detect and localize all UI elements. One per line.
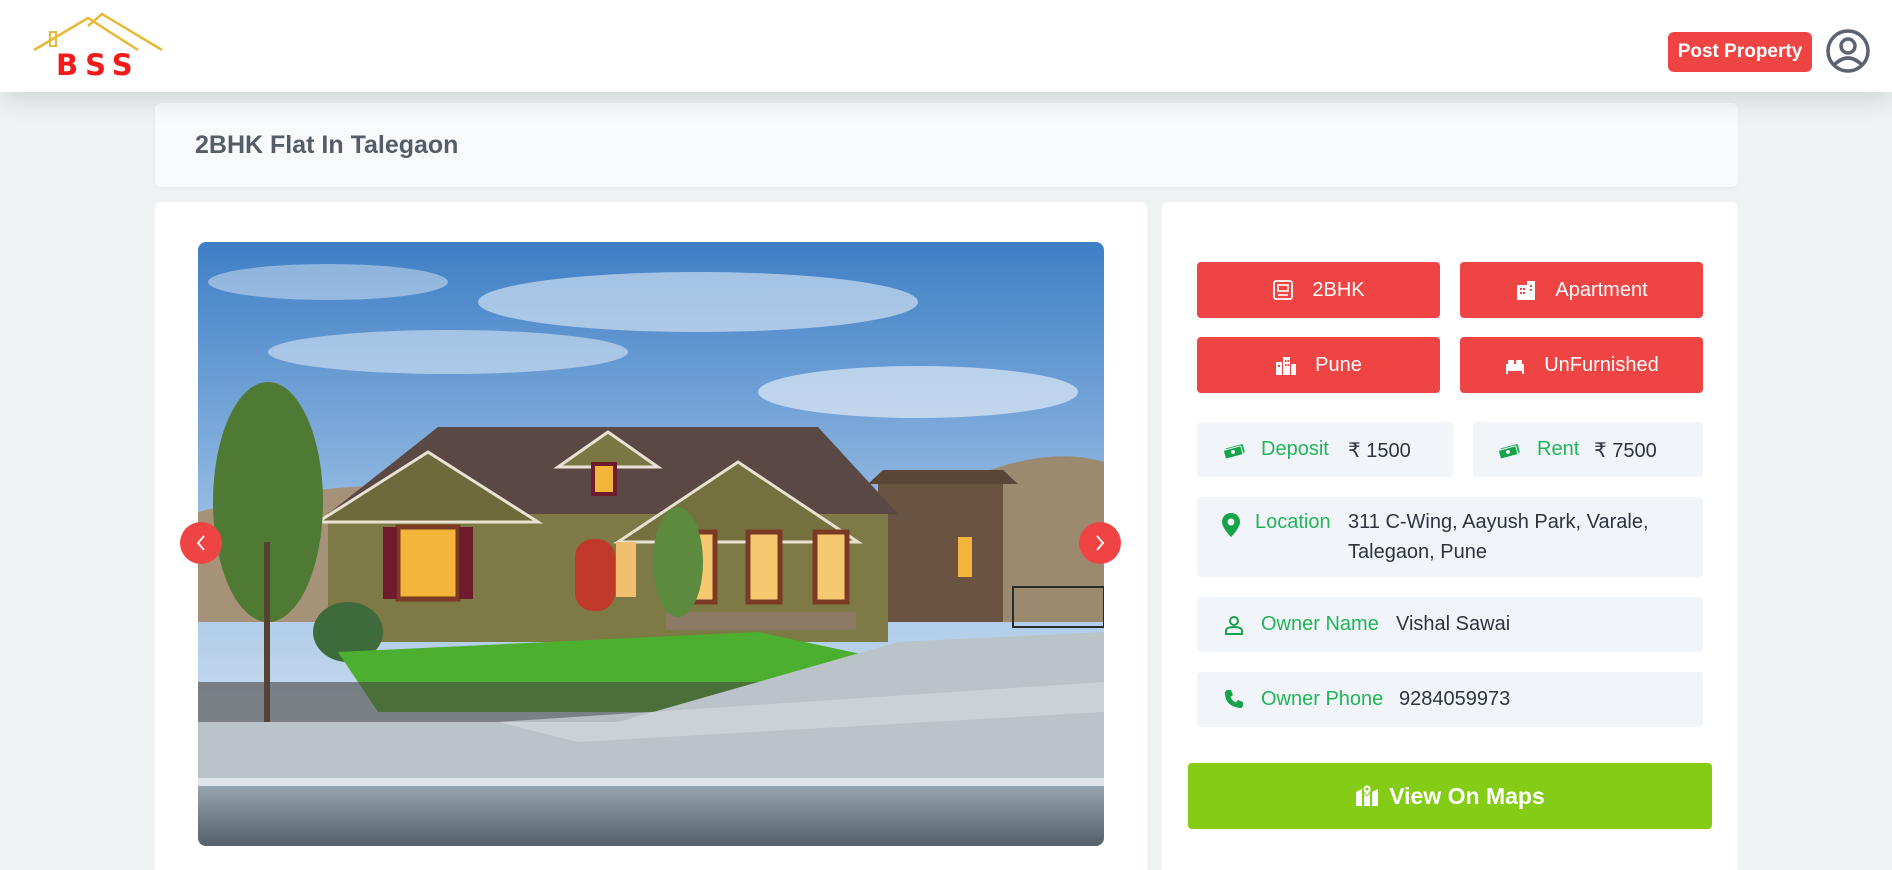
navbar: BSS Post Property — [0, 0, 1892, 92]
phone-icon — [1225, 690, 1243, 708]
tag-type: Apartment — [1460, 262, 1703, 318]
user-circle-icon[interactable] — [1825, 28, 1871, 74]
location-label: Location — [1255, 511, 1331, 533]
owner-phone-row: Owner Phone 9284059973 — [1197, 672, 1703, 727]
money-icon — [1223, 444, 1245, 459]
chevron-left-icon — [196, 535, 205, 551]
map-icon — [1356, 785, 1379, 806]
money-icon — [1498, 444, 1520, 459]
room-icon — [1273, 280, 1294, 300]
tag-label: 2BHK — [1312, 278, 1365, 301]
logo-text: BSS — [56, 48, 140, 82]
carousel-prev-button[interactable] — [180, 522, 222, 564]
deposit-label: Deposit — [1261, 438, 1329, 460]
view-on-maps-button[interactable]: View On Maps — [1188, 763, 1712, 829]
rent-label: Rent — [1537, 438, 1580, 460]
page-title: 2BHK Flat In Talegaon — [195, 131, 459, 159]
location-row: Location 311 C-Wing, Aayush Park, Varale… — [1197, 497, 1703, 577]
image-carousel[interactable] — [198, 242, 1104, 846]
post-property-button[interactable]: Post Property — [1668, 32, 1812, 72]
bed-icon — [1506, 360, 1525, 374]
map-pin-icon — [1222, 513, 1240, 537]
house-roof-icon — [33, 12, 163, 52]
tag-label: UnFurnished — [1544, 353, 1659, 376]
rent-row: Rent ₹ 7500 — [1473, 422, 1703, 477]
user-icon — [1225, 616, 1243, 635]
carousel-next-button[interactable] — [1079, 522, 1121, 564]
tag-furnishing: UnFurnished — [1460, 337, 1703, 393]
location-line1: 311 C-Wing, Aayush Park, Varale, — [1348, 511, 1649, 533]
logo[interactable]: BSS — [30, 12, 170, 82]
deposit-row: Deposit ₹ 1500 — [1197, 422, 1453, 477]
building-icon — [1517, 281, 1536, 300]
image-panel — [155, 202, 1147, 870]
owner-name-label: Owner Name — [1261, 613, 1379, 635]
tag-bhk: 2BHK — [1197, 262, 1440, 318]
deposit-value: ₹ 1500 — [1348, 440, 1411, 462]
tag-label: Pune — [1315, 353, 1362, 376]
details-panel: 2BHK Apartment Pune UnFurnished Deposit … — [1162, 202, 1738, 870]
location-line2: Talegaon, Pune — [1348, 541, 1488, 563]
owner-phone-value: 9284059973 — [1399, 688, 1511, 710]
owner-name-value: Vishal Sawai — [1396, 613, 1511, 635]
tag-city: Pune — [1197, 337, 1440, 393]
chevron-right-icon — [1096, 535, 1105, 551]
owner-phone-label: Owner Phone — [1261, 688, 1384, 710]
rent-value: ₹ 7500 — [1594, 440, 1657, 462]
owner-name-row: Owner Name Vishal Sawai — [1197, 597, 1703, 652]
house-photo — [198, 242, 1104, 846]
view-on-maps-label: View On Maps — [1389, 782, 1545, 809]
tag-label: Apartment — [1555, 278, 1648, 301]
title-card: 2BHK Flat In Talegaon — [155, 103, 1738, 187]
city-icon — [1276, 357, 1297, 375]
